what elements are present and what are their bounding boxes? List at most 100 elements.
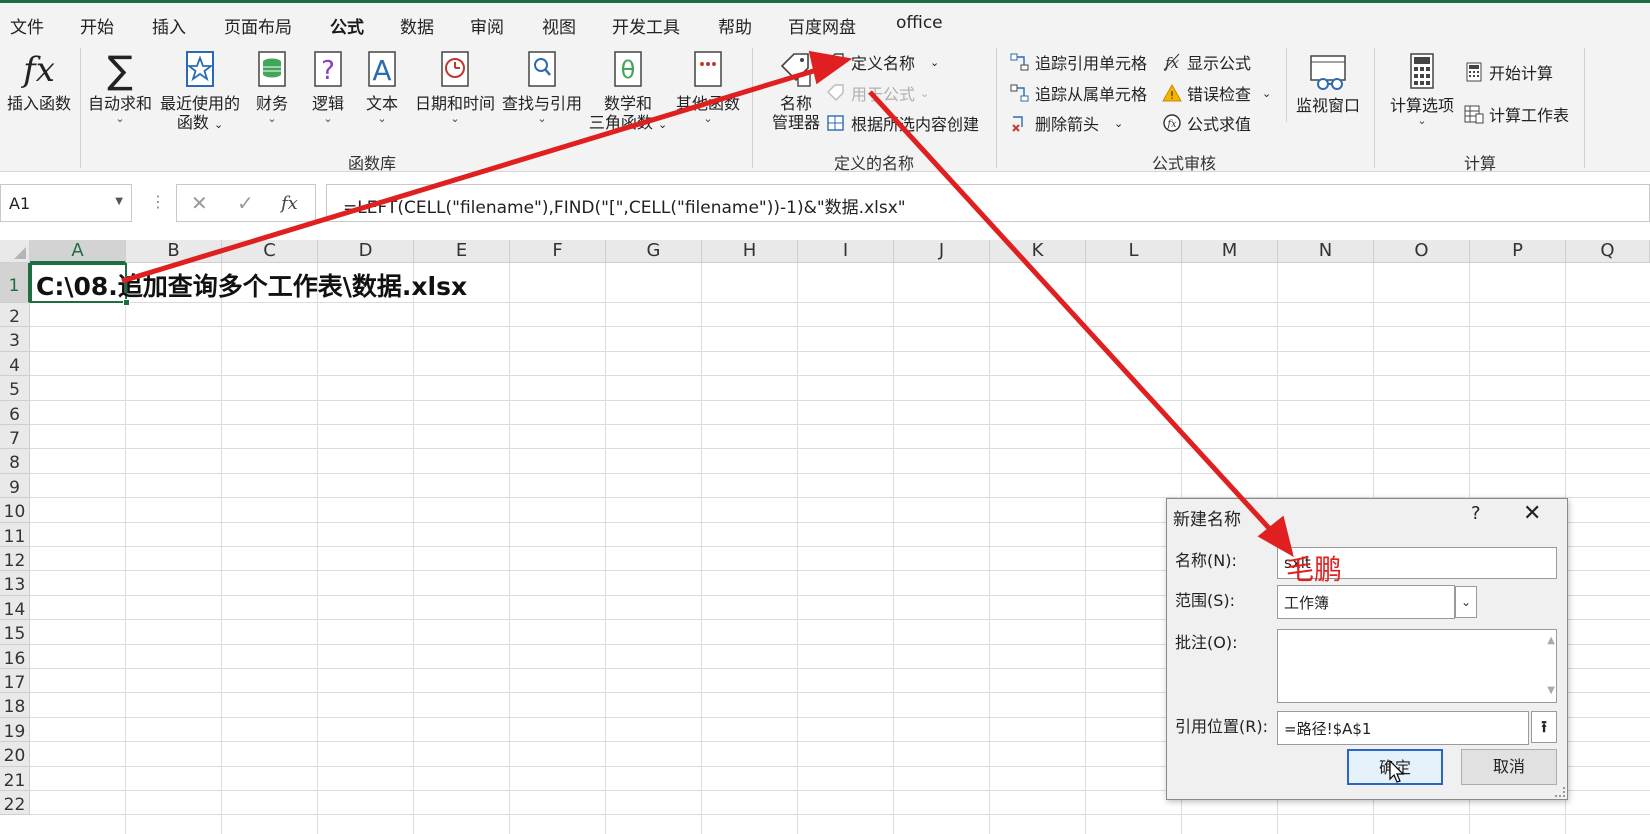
row-header-3[interactable]: 3	[0, 327, 30, 352]
row-header-19[interactable]: 19	[0, 717, 30, 743]
tab-help[interactable]: 帮助	[718, 13, 752, 38]
tab-file[interactable]: 文件	[10, 13, 44, 38]
scope-select[interactable]: 工作簿	[1277, 585, 1455, 619]
row-header-20[interactable]: 20	[0, 742, 30, 767]
text-functions-button[interactable]: A 文本 ⌄	[358, 50, 406, 125]
row-header-16[interactable]: 16	[0, 644, 30, 669]
use-in-formula-button[interactable]: 用于公式 ⌄	[826, 81, 929, 105]
calc-now-button[interactable]: 开始计算	[1464, 60, 1553, 84]
column-header-n[interactable]: N	[1278, 240, 1374, 263]
row-header-1[interactable]: 1	[0, 263, 30, 303]
insert-function-button[interactable]: fx 插入函数	[4, 50, 74, 113]
name-manager-button[interactable]: 名称 管理器	[766, 50, 826, 132]
column-header-b[interactable]: B	[126, 240, 222, 263]
tab-review[interactable]: 审阅	[470, 13, 504, 38]
tab-office[interactable]: office	[896, 13, 943, 33]
row-header-5[interactable]: 5	[0, 376, 30, 401]
close-icon[interactable]: ✕	[1523, 501, 1541, 526]
column-header-a[interactable]: A	[30, 240, 126, 263]
more-functions-label: 其他函数	[675, 94, 740, 113]
show-formulas-button[interactable]: fx 显示公式	[1162, 50, 1251, 74]
row-header-11[interactable]: 11	[0, 522, 30, 547]
evaluate-formula-label: 公式求值	[1187, 115, 1252, 134]
scroll-up-icon[interactable]: ▲	[1547, 635, 1555, 646]
more-functions-button[interactable]: 其他函数 ⌄	[670, 50, 746, 125]
trace-dependents-button[interactable]: 追踪从属单元格	[1010, 81, 1147, 105]
financial-button[interactable]: 财务 ⌄	[248, 50, 296, 125]
row-header-13[interactable]: 13	[0, 571, 30, 596]
row-header-18[interactable]: 18	[0, 693, 30, 718]
row-header-21[interactable]: 21	[0, 766, 30, 791]
collapse-dialog-icon[interactable]: ⭱	[1531, 711, 1557, 743]
math-trig-button[interactable]: θ 数学和 三角函数 ⌄	[588, 50, 668, 134]
tab-developer[interactable]: 开发工具	[612, 13, 680, 38]
svg-text:fx: fx	[1164, 54, 1180, 72]
row-header-9[interactable]: 9	[0, 473, 30, 499]
sigma-icon: ∑	[107, 48, 133, 92]
row-header-15[interactable]: 15	[0, 620, 30, 645]
row-header-7[interactable]: 7	[0, 425, 30, 450]
tab-baidu-netdisk[interactable]: 百度网盘	[788, 13, 856, 38]
column-header-f[interactable]: F	[510, 240, 606, 263]
tab-insert[interactable]: 插入	[152, 13, 186, 38]
column-header-p[interactable]: P	[1470, 240, 1566, 263]
datetime-button[interactable]: 日期和时间 ⌄	[412, 50, 498, 125]
column-header-l[interactable]: L	[1086, 240, 1182, 263]
row-header-2[interactable]: 2	[0, 303, 30, 328]
row-header-6[interactable]: 6	[0, 400, 30, 425]
watch-window-button[interactable]: 监视窗口	[1292, 54, 1364, 115]
column-header-j[interactable]: J	[894, 240, 990, 263]
cancel-entry-icon[interactable]: ✕	[191, 191, 208, 215]
row-header-17[interactable]: 17	[0, 669, 30, 694]
column-header-e[interactable]: E	[414, 240, 510, 263]
row-header-12[interactable]: 12	[0, 547, 30, 572]
row-header-8[interactable]: 8	[0, 449, 30, 474]
help-icon[interactable]: ?	[1471, 503, 1481, 524]
row-header-4[interactable]: 4	[0, 351, 30, 377]
resize-grip-icon[interactable]	[1555, 787, 1565, 797]
column-header-g[interactable]: G	[606, 240, 702, 263]
row-header-14[interactable]: 14	[0, 595, 30, 621]
refers-to-label: 引用位置(R):	[1175, 717, 1268, 736]
logical-button[interactable]: ? 逻辑 ⌄	[304, 50, 352, 125]
recent-functions-button[interactable]: 最近使用的 函数 ⌄	[158, 50, 242, 134]
lookup-button[interactable]: 查找与引用 ⌄	[500, 50, 584, 125]
row-header-10[interactable]: 10	[0, 498, 30, 523]
trace-precedents-button[interactable]: 追踪引用单元格	[1010, 50, 1147, 74]
calc-options-button[interactable]: 计算选项 ⌄	[1386, 52, 1458, 127]
column-header-o[interactable]: O	[1374, 240, 1470, 263]
column-header-i[interactable]: I	[798, 240, 894, 263]
formula-bar-grip-icon[interactable]: ⋮	[150, 192, 166, 211]
column-header-d[interactable]: D	[318, 240, 414, 263]
error-checking-button[interactable]: ! 错误检查 ⌄	[1162, 81, 1271, 105]
column-header-c[interactable]: C	[222, 240, 318, 263]
row-header-22[interactable]: 22	[0, 791, 30, 816]
remove-arrows-button[interactable]: 删除箭头 ⌄	[1010, 111, 1123, 135]
column-header-k[interactable]: K	[990, 240, 1086, 263]
cancel-button[interactable]: 取消	[1461, 749, 1557, 785]
column-header-q[interactable]: Q	[1566, 240, 1650, 263]
create-from-selection-button[interactable]: 根据所选内容创建	[826, 111, 979, 135]
select-all-corner[interactable]	[0, 240, 30, 263]
insert-function-fx-icon[interactable]: fx	[281, 193, 298, 214]
define-name-button[interactable]: 定义名称 ⌄	[826, 50, 939, 74]
name-box[interactable]: A1 ▼	[0, 184, 132, 222]
name-box-dropdown-icon[interactable]: ▼	[115, 196, 123, 207]
scope-dropdown-icon[interactable]: ⌄	[1455, 586, 1477, 618]
evaluate-formula-button[interactable]: fx 公式求值	[1162, 111, 1251, 135]
refers-to-field[interactable]: =路径!$A$1	[1277, 711, 1529, 745]
autosum-button[interactable]: ∑ 自动求和 ⌄	[86, 50, 154, 125]
calc-options-label: 计算选项	[1389, 96, 1454, 115]
column-header-h[interactable]: H	[702, 240, 798, 263]
confirm-entry-icon[interactable]: ✓	[237, 191, 254, 215]
scroll-down-icon[interactable]: ▼	[1547, 685, 1555, 696]
formula-input[interactable]: =LEFT(CELL("filename"),FIND("[",CELL("fi…	[326, 184, 1650, 222]
comment-field[interactable]	[1277, 629, 1557, 703]
tab-home[interactable]: 开始	[80, 13, 114, 38]
tab-data[interactable]: 数据	[400, 13, 434, 38]
tab-formulas[interactable]: 公式	[328, 13, 366, 48]
tab-view[interactable]: 视图	[542, 13, 576, 38]
column-header-m[interactable]: M	[1182, 240, 1278, 263]
tab-page-layout[interactable]: 页面布局	[224, 13, 292, 38]
calc-sheet-button[interactable]: 计算工作表	[1464, 102, 1569, 126]
